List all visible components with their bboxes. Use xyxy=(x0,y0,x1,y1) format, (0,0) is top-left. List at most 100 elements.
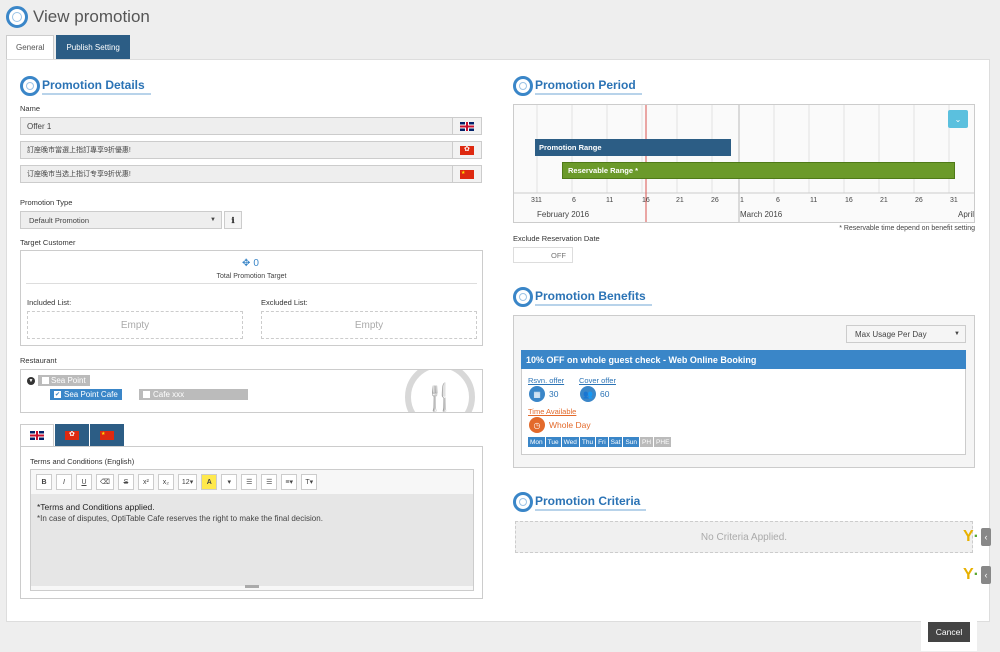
checked-checkbox-icon[interactable]: ✔ xyxy=(54,391,61,398)
promotion-range-bar[interactable]: Promotion Range xyxy=(535,139,731,156)
reservable-range-bar[interactable]: Reservable Range * xyxy=(562,162,955,179)
empty-checkbox-icon[interactable] xyxy=(143,391,150,398)
included-list-label: Included List: xyxy=(27,298,72,307)
align-dropdown[interactable]: ≡▾ xyxy=(281,474,298,490)
usage-select[interactable]: Max Usage Per Day ▼ xyxy=(846,325,966,343)
superscript-button[interactable]: x² xyxy=(137,474,154,490)
flag-hk-addon xyxy=(452,141,482,159)
tick-label: 21 xyxy=(676,197,684,204)
underline-button[interactable]: U xyxy=(76,474,92,490)
promotion-type-label: Promotion Type xyxy=(20,198,73,207)
restaurant-item-selected[interactable]: ✔ Sea Point Cafe xyxy=(50,389,122,400)
calendar-icon: ▦ xyxy=(529,386,545,402)
subscript-button[interactable]: x₂ xyxy=(157,474,174,490)
section-ring-icon xyxy=(20,76,40,96)
day-chip: Mon xyxy=(528,437,545,447)
flag-cn-addon xyxy=(452,165,482,183)
cancel-button[interactable]: Cancel xyxy=(928,622,970,642)
flag-uk-addon xyxy=(452,117,482,135)
excluded-list-dropzone[interactable]: Empty xyxy=(261,311,477,339)
section-ring-icon xyxy=(513,287,533,307)
restaurant-item-unselected[interactable]: Cafe xxx xyxy=(139,389,248,400)
name-input-english[interactable]: Offer 1 xyxy=(20,117,453,135)
name-input-simplified-chinese[interactable]: 订座晚市当选上指订专享9折优惠! xyxy=(20,165,453,183)
uk-flag-icon xyxy=(30,431,44,440)
exclude-date-toggle[interactable]: OFF xyxy=(513,247,573,263)
promotion-type-select[interactable]: Default Promotion ▼ xyxy=(20,211,222,229)
caret-down-icon: ▼ xyxy=(210,217,216,223)
side-tool-1[interactable]: Y· ‹ xyxy=(963,528,991,546)
collapse-icon[interactable]: ▼ xyxy=(27,376,35,385)
tick-label: 1 xyxy=(538,197,542,204)
weekday-chips: Mon Tue Wed Thu Fri Sat Sun PH PHE xyxy=(528,437,672,447)
tick-label: 31 xyxy=(950,197,958,204)
timeline-dropdown-button[interactable]: ⌄ xyxy=(948,110,968,128)
day-chip: Wed xyxy=(561,437,579,447)
included-list-dropzone[interactable]: Empty xyxy=(27,311,243,339)
tick-label: 16 xyxy=(642,197,650,204)
tab-publish-setting[interactable]: Publish Setting xyxy=(56,35,130,59)
day-chip: PHE xyxy=(654,437,672,447)
restaurant-watermark-icon: 🍴 xyxy=(405,370,475,412)
criteria-dropzone[interactable]: No Criteria Applied. xyxy=(515,521,973,553)
chevron-left-icon[interactable]: ‹ xyxy=(981,528,991,546)
reservable-note: * Reservable time depend on benefit sett… xyxy=(839,225,975,232)
month-label-april: April xyxy=(958,210,975,219)
month-label-march: March 2016 xyxy=(740,210,783,219)
hk-flag-icon xyxy=(65,430,79,440)
bold-button[interactable]: B xyxy=(36,474,52,490)
cover-offer-value: 60 xyxy=(600,389,610,399)
clock-icon: ◷ xyxy=(529,417,545,433)
font-size-dropdown[interactable]: 12▾ xyxy=(177,474,198,490)
name-input-traditional-chinese[interactable]: 訂座晚市當選上指訂專享9折優惠! xyxy=(20,141,453,159)
caret-down-icon: ▼ xyxy=(954,331,960,337)
tab-simplified-chinese[interactable] xyxy=(90,424,124,446)
partial-checkbox-icon[interactable] xyxy=(42,377,49,384)
promotion-benefits-heading: Promotion Benefits xyxy=(513,286,652,308)
tab-english[interactable] xyxy=(20,424,54,446)
info-icon[interactable]: ℹ xyxy=(224,211,242,229)
tick-label: 26 xyxy=(711,197,719,204)
restaurant-group-row[interactable]: ▼ Sea Point xyxy=(27,375,90,386)
arrows-icon: ✥ xyxy=(242,258,251,269)
text-style-dropdown[interactable]: T▾ xyxy=(301,474,318,490)
target-customer-label: Target Customer xyxy=(20,238,76,247)
divider xyxy=(26,283,477,284)
day-chip: PH xyxy=(640,437,654,447)
people-icon: 👥 xyxy=(580,386,596,402)
total-target-caption: Total Promotion Target xyxy=(216,273,287,280)
rsvn-offer-value: 30 xyxy=(549,389,559,399)
tick-label: 6 xyxy=(776,197,780,204)
chevron-left-icon[interactable]: ‹ xyxy=(981,566,991,584)
font-color-button[interactable]: A xyxy=(201,474,218,490)
cn-flag-icon xyxy=(460,169,474,179)
tab-bar: General Publish Setting xyxy=(6,35,130,59)
tab-traditional-chinese[interactable] xyxy=(55,424,89,446)
promotion-period-heading: Promotion Period xyxy=(513,75,642,97)
time-available-value: Whole Day xyxy=(549,420,591,430)
promotion-criteria-heading: Promotion Criteria xyxy=(513,491,647,513)
italic-button[interactable]: I xyxy=(56,474,72,490)
target-count[interactable]: ✥ 0 xyxy=(242,258,259,269)
excluded-list-label: Excluded List: xyxy=(261,298,308,307)
bullet-list-icon[interactable]: ☰ xyxy=(241,474,258,490)
side-tool-2[interactable]: Y· ‹ xyxy=(963,566,991,584)
tick-label: 26 xyxy=(915,197,923,204)
exclude-date-label: Exclude Reservation Date xyxy=(513,234,600,243)
numbered-list-icon[interactable]: ☰ xyxy=(261,474,278,490)
resize-handle[interactable] xyxy=(245,585,259,588)
terms-line-2: *In case of disputes, OptiTable Cafe res… xyxy=(37,514,323,523)
day-chip: Thu xyxy=(579,437,596,447)
month-label-february: February 2016 xyxy=(537,210,590,219)
rsvn-offer-label: Rsvn. offer xyxy=(528,376,565,385)
eraser-icon[interactable]: ⌫ xyxy=(96,474,114,490)
tab-general[interactable]: General xyxy=(6,35,55,59)
day-chip: Sun xyxy=(623,437,640,447)
promotion-details-heading: Promotion Details xyxy=(20,75,151,97)
day-chip: Fri xyxy=(596,437,608,447)
tick-label: 11 xyxy=(810,197,818,204)
strikethrough-button[interactable]: S xyxy=(117,474,134,490)
logo-ring-icon xyxy=(6,6,28,28)
font-color-dropdown[interactable]: ▾ xyxy=(221,474,238,490)
day-chip: Tue xyxy=(545,437,561,447)
